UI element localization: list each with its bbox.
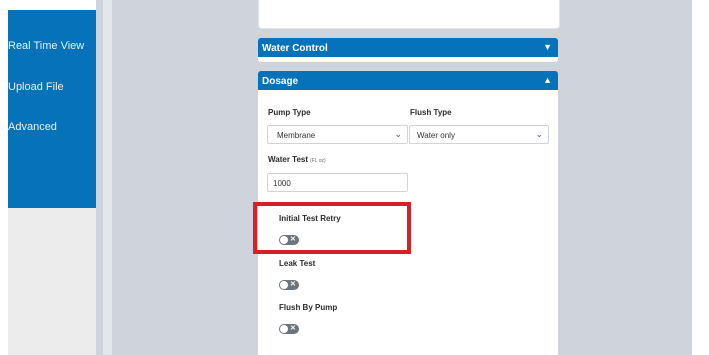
pump-type-select[interactable]: Membrane ⌄ — [267, 125, 408, 144]
chevron-down-icon: ⌄ — [535, 129, 543, 139]
right-edge — [692, 0, 709, 355]
previous-panel-card — [258, 0, 560, 29]
scrollbar-track[interactable] — [103, 0, 112, 355]
water-control-header[interactable]: Water Control ▼ — [258, 38, 558, 57]
water-test-input[interactable]: 1000 — [267, 173, 408, 192]
x-icon: ✕ — [290, 325, 296, 332]
sidebar-item-upload-file[interactable]: Upload File — [8, 81, 64, 93]
flush-type-label: Flush Type — [410, 108, 452, 117]
flush-by-pump-label: Flush By Pump — [279, 303, 338, 312]
sidebar: Real Time View Upload File Advanced — [8, 10, 96, 208]
sidebar-item-real-time-view[interactable]: Real Time View — [8, 40, 84, 52]
water-test-label-text: Water Test — [268, 155, 309, 164]
water-control-collapsed-body — [258, 57, 558, 62]
sidebar-footer — [8, 208, 96, 355]
water-control-title: Water Control — [262, 43, 328, 54]
pump-type-value: Membrane — [277, 131, 316, 140]
caret-down-icon: ▼ — [543, 42, 552, 52]
leak-test-toggle[interactable]: ✕ — [279, 280, 299, 290]
flush-type-select[interactable]: Water only ⌄ — [409, 125, 549, 144]
water-test-value: 1000 — [273, 179, 291, 188]
sidebar-item-advanced[interactable]: Advanced — [8, 121, 57, 133]
water-test-label: Water Test (FL oz) — [268, 155, 326, 164]
dosage-header[interactable]: Dosage ▲ — [258, 71, 558, 90]
flush-by-pump-toggle[interactable]: ✕ — [279, 324, 299, 334]
flush-type-value: Water only — [417, 131, 455, 140]
toggle-knob — [280, 325, 288, 333]
pump-type-label: Pump Type — [268, 108, 311, 117]
highlight-box — [253, 202, 411, 254]
water-test-unit: (FL oz) — [310, 158, 326, 164]
chevron-down-icon: ⌄ — [394, 129, 402, 139]
toggle-knob — [280, 281, 288, 289]
caret-up-icon: ▲ — [543, 75, 552, 85]
leak-test-label: Leak Test — [279, 259, 316, 268]
dosage-title: Dosage — [262, 76, 299, 87]
left-gutter — [0, 0, 8, 355]
x-icon: ✕ — [290, 281, 296, 288]
